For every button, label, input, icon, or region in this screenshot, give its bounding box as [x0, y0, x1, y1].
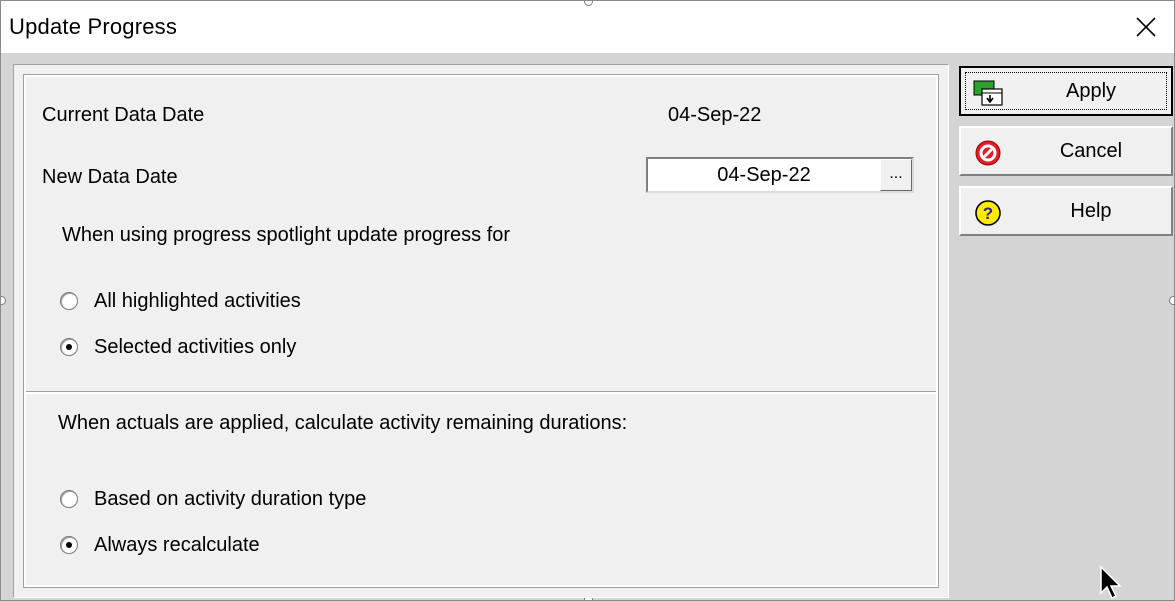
help-label: Help [1070, 200, 1112, 222]
duration-type-label[interactable]: Based on activity duration type [94, 488, 366, 511]
always-recalculate-radio[interactable] [60, 536, 78, 554]
cancel-button[interactable]: Cancel [959, 126, 1173, 176]
help-icon: ? [975, 200, 1001, 226]
spotlight-heading: When using progress spotlight update pro… [62, 224, 511, 246]
section-divider [26, 391, 936, 394]
dialog-body: Current Data Date 04-Sep-22 New Data Dat… [13, 64, 949, 598]
title-bar: Update Progress [1, 1, 1174, 53]
dialog-title: Update Progress [9, 14, 178, 39]
duration-type-radio[interactable] [60, 490, 78, 508]
resize-handle-right[interactable] [1169, 296, 1174, 305]
options-panel: Current Data Date 04-Sep-22 New Data Dat… [23, 74, 939, 588]
help-button[interactable]: ? Help [959, 186, 1173, 236]
resize-handle-left[interactable] [1, 296, 6, 305]
all-highlighted-label[interactable]: All highlighted activities [94, 290, 301, 313]
new-data-date-field[interactable]: 04-Sep-22 ... [646, 157, 914, 193]
date-picker-button[interactable]: ... [880, 159, 912, 191]
durations-heading: When actuals are applied, calculate acti… [58, 412, 628, 434]
apply-button[interactable]: Apply [959, 66, 1173, 116]
update-progress-dialog: Update Progress Current Data Date 04-Sep… [0, 0, 1175, 601]
new-data-date-label: New Data Date [42, 166, 178, 188]
selected-only-label[interactable]: Selected activities only [94, 336, 296, 359]
close-icon [1136, 17, 1156, 37]
apply-label: Apply [1065, 80, 1117, 102]
mouse-pointer-icon [1100, 565, 1122, 600]
current-data-date-label: Current Data Date [42, 104, 205, 126]
close-button[interactable] [1118, 1, 1174, 53]
current-data-date-value: 04-Sep-22 [668, 104, 762, 126]
apply-icon [973, 80, 1003, 106]
always-recalculate-label[interactable]: Always recalculate [94, 534, 260, 557]
cancel-icon [975, 140, 1001, 166]
selected-only-radio[interactable] [60, 338, 78, 356]
svg-text:?: ? [983, 204, 993, 223]
cancel-label: Cancel [1059, 140, 1123, 162]
all-highlighted-radio[interactable] [60, 292, 78, 310]
new-data-date-value[interactable]: 04-Sep-22 [648, 164, 880, 187]
